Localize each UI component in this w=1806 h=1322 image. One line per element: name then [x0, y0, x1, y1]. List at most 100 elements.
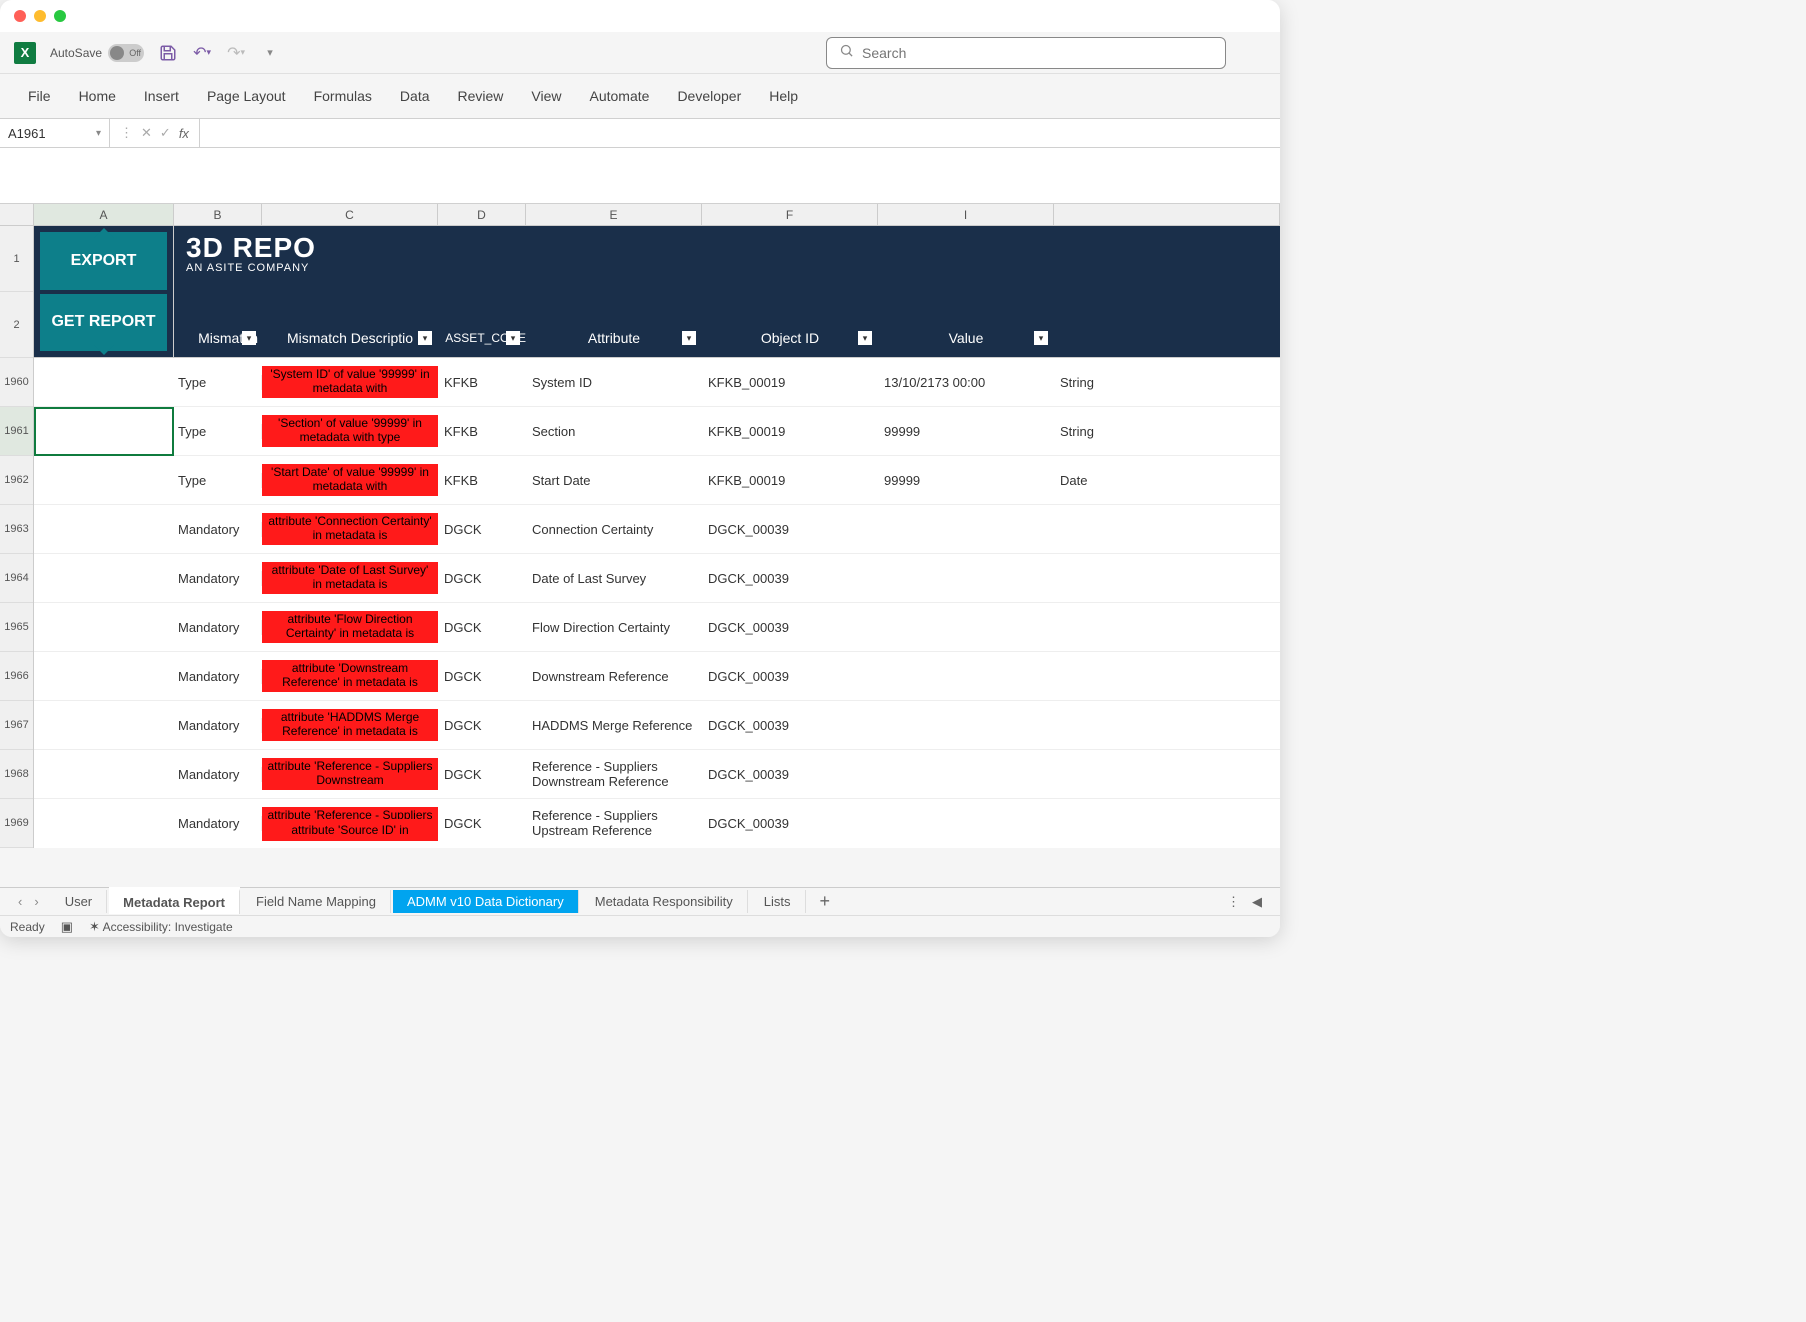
tab-formulas[interactable]: Formulas — [300, 82, 386, 110]
cell-attr[interactable]: Start Date — [526, 473, 702, 488]
more-icon[interactable]: ⋮ — [120, 125, 133, 141]
tab-page-layout[interactable]: Page Layout — [193, 82, 300, 110]
col-header-f[interactable]: F — [702, 204, 878, 225]
cell-mismatch[interactable]: Mandatory — [174, 669, 262, 684]
redo-icon[interactable]: ↷▾ — [226, 43, 246, 63]
cell-desc[interactable]: 'System ID' of value '99999' in metadata… — [262, 366, 438, 398]
table-row[interactable]: Mandatoryattribute 'Flow Direction Certa… — [34, 603, 1280, 652]
cell-asset[interactable]: DGCK — [438, 620, 526, 635]
tab-review[interactable]: Review — [444, 82, 518, 110]
cell-desc[interactable]: attribute 'Connection Certainty' in meta… — [262, 513, 438, 545]
header-mismatch[interactable]: Mismatch▾ — [174, 330, 262, 346]
table-row[interactable]: Type'Start Date' of value '99999' in met… — [34, 456, 1280, 505]
tab-data[interactable]: Data — [386, 82, 444, 110]
fx-icon[interactable]: fx — [179, 126, 189, 141]
filter-icon[interactable]: ▾ — [682, 331, 696, 345]
cell-attr[interactable]: Flow Direction Certainty — [526, 620, 702, 635]
cell-mismatch[interactable]: Type — [174, 473, 262, 488]
cell-attr[interactable]: Section — [526, 424, 702, 439]
cell-mismatch[interactable]: Mandatory — [174, 718, 262, 733]
close-window-icon[interactable] — [14, 10, 26, 22]
filter-icon[interactable]: ▾ — [1034, 331, 1048, 345]
cell-attr[interactable]: HADDMS Merge Reference — [526, 718, 702, 733]
cell-mismatch[interactable]: Type — [174, 375, 262, 390]
filter-icon[interactable]: ▾ — [506, 331, 520, 345]
sheet-options-icon[interactable]: ⋮ — [1227, 894, 1240, 910]
col-header-d[interactable]: D — [438, 204, 526, 225]
cell-value[interactable]: 99999 — [878, 424, 1054, 439]
scroll-left-icon[interactable]: ◀ — [1252, 894, 1262, 910]
row-header[interactable]: 1961 — [0, 407, 33, 456]
next-sheet-icon[interactable]: › — [34, 894, 38, 909]
cell-objid[interactable]: DGCK_00039 — [702, 816, 878, 831]
cell-desc[interactable]: 'Start Date' of value '99999' in metadat… — [262, 464, 438, 496]
cell-asset[interactable]: DGCK — [438, 718, 526, 733]
cell-asset[interactable]: KFKB — [438, 473, 526, 488]
sheet-tab-lists[interactable]: Lists — [750, 890, 806, 913]
accessibility-status[interactable]: ✶ Accessibility: Investigate — [89, 919, 233, 935]
customize-qat-icon[interactable]: ▾ — [260, 43, 280, 63]
tab-view[interactable]: View — [517, 82, 575, 110]
row-header[interactable]: 1966 — [0, 652, 33, 701]
cell-asset[interactable]: DGCK — [438, 767, 526, 782]
col-header-i[interactable]: I — [878, 204, 1054, 225]
table-row[interactable]: Type'Section' of value '99999' in metada… — [34, 407, 1280, 456]
table-row[interactable]: Mandatoryattribute 'HADDMS Merge Referen… — [34, 701, 1280, 750]
search-input[interactable] — [862, 45, 1213, 61]
enter-icon[interactable]: ✓ — [160, 125, 171, 141]
table-row[interactable]: Type'System ID' of value '99999' in meta… — [34, 358, 1280, 407]
tab-automate[interactable]: Automate — [576, 82, 664, 110]
row-header-1[interactable]: 1 — [0, 226, 33, 292]
cell-value[interactable]: 13/10/2173 00:00 — [878, 375, 1054, 390]
cell-mismatch[interactable]: Mandatory — [174, 620, 262, 635]
undo-icon[interactable]: ↶▾ — [192, 43, 212, 63]
table-row[interactable]: Mandatoryattribute 'Date of Last Survey'… — [34, 554, 1280, 603]
row-header[interactable]: 1964 — [0, 554, 33, 603]
header-desc[interactable]: Mismatch Descriptio▾ — [262, 330, 438, 346]
row-header[interactable]: 1967 — [0, 701, 33, 750]
toggle-switch[interactable]: Off — [108, 44, 144, 62]
cell-objid[interactable]: KFKB_00019 — [702, 375, 878, 390]
cell-asset[interactable]: DGCK — [438, 522, 526, 537]
cell-attr[interactable]: Downstream Reference — [526, 669, 702, 684]
cell-objid[interactable]: DGCK_00039 — [702, 522, 878, 537]
row-header[interactable]: 1969 — [0, 799, 33, 848]
sheet-tab-admm[interactable]: ADMM v10 Data Dictionary — [393, 890, 579, 913]
cell-asset[interactable]: DGCK — [438, 816, 526, 831]
cell-objid[interactable]: DGCK_00039 — [702, 767, 878, 782]
cells-area[interactable]: EXPORT GET REPORT 3D REPO AN ASITE COMPA… — [34, 226, 1280, 841]
autosave-toggle[interactable]: AutoSave Off — [50, 44, 144, 62]
sheet-tab-field-mapping[interactable]: Field Name Mapping — [242, 890, 391, 913]
cell-asset[interactable]: DGCK — [438, 571, 526, 586]
filter-icon[interactable]: ▾ — [858, 331, 872, 345]
cell-desc[interactable]: attribute 'HADDMS Merge Reference' in me… — [262, 709, 438, 741]
cell-mismatch[interactable]: Mandatory — [174, 767, 262, 782]
row-header[interactable]: 1962 — [0, 456, 33, 505]
table-row[interactable]: Mandatoryattribute 'Connection Certainty… — [34, 505, 1280, 554]
tab-home[interactable]: Home — [65, 82, 130, 110]
tab-insert[interactable]: Insert — [130, 82, 193, 110]
cell-mismatch[interactable]: Mandatory — [174, 571, 262, 586]
tab-help[interactable]: Help — [755, 82, 812, 110]
cell-objid[interactable]: KFKB_00019 — [702, 473, 878, 488]
table-row[interactable]: Mandatoryattribute 'Reference - Supplier… — [34, 799, 1280, 841]
cell-objid[interactable]: DGCK_00039 — [702, 718, 878, 733]
filter-icon[interactable]: ▾ — [242, 331, 256, 345]
sheet-tab-responsibility[interactable]: Metadata Responsibility — [581, 890, 748, 913]
sheet-tab-metadata-report[interactable]: Metadata Report — [109, 889, 240, 914]
cell-rest[interactable]: Date — [1054, 473, 1280, 488]
col-header-e[interactable]: E — [526, 204, 702, 225]
cell-value[interactable]: 99999 — [878, 473, 1054, 488]
cancel-icon[interactable]: ✕ — [141, 125, 152, 141]
row-header-2[interactable]: 2 — [0, 292, 33, 358]
cell-objid[interactable]: KFKB_00019 — [702, 424, 878, 439]
search-box[interactable] — [826, 37, 1226, 69]
cell-objid[interactable]: DGCK_00039 — [702, 620, 878, 635]
row-header[interactable]: 1968 — [0, 750, 33, 799]
header-value[interactable]: Value▾ — [878, 330, 1054, 346]
filter-icon[interactable]: ▾ — [418, 331, 432, 345]
table-row[interactable]: Mandatoryattribute 'Downstream Reference… — [34, 652, 1280, 701]
sheet-tab-user[interactable]: User — [51, 890, 107, 913]
tab-developer[interactable]: Developer — [663, 82, 755, 110]
col-header-b[interactable]: B — [174, 204, 262, 225]
